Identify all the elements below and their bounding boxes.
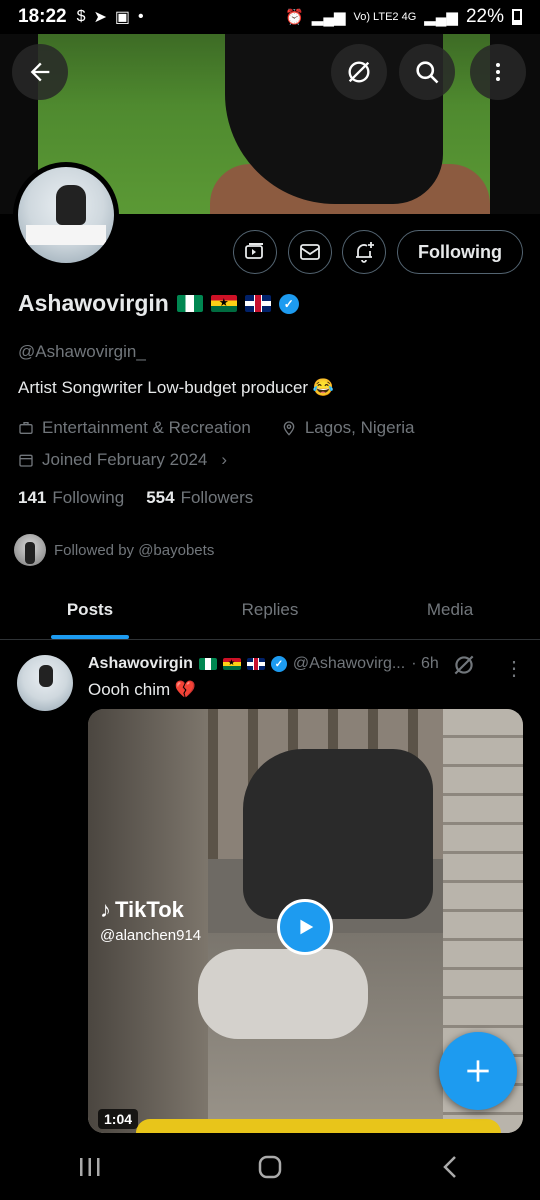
ghana-flag-icon bbox=[222, 658, 241, 670]
verified-badge-icon[interactable]: ✓ bbox=[278, 293, 299, 314]
profile-tabs: Posts Replies Media bbox=[0, 580, 540, 640]
telegram-icon: ➤ bbox=[93, 9, 107, 26]
follower-avatar bbox=[14, 534, 46, 566]
battery-percent: 22% bbox=[465, 6, 504, 27]
post-avatar[interactable] bbox=[17, 655, 73, 711]
video-duration: 1:04 bbox=[98, 1109, 139, 1129]
status-time: 18:22 bbox=[18, 6, 67, 27]
tiktok-logo-icon: ♪ bbox=[100, 897, 111, 922]
compose-button[interactable] bbox=[439, 1032, 517, 1110]
status-bar: 18:22 $ ➤ ▣ • ⏰ ▂▄▆ Vo) LTE2 4G ▂▄▆ 22% bbox=[0, 0, 540, 34]
money-icon: $ bbox=[76, 8, 86, 25]
profile-meta-row: Entertainment & Recreation Lagos, Nigeri… bbox=[18, 418, 414, 438]
nigeria-flag-icon bbox=[198, 658, 217, 670]
post-author[interactable]: Ashawovirgin bbox=[88, 655, 193, 673]
profile-bio: Artist Songwriter Low-budget producer 😂 bbox=[18, 378, 334, 397]
mail-icon bbox=[300, 244, 320, 260]
search-icon bbox=[416, 61, 439, 84]
gallery-icon: ▣ bbox=[114, 9, 131, 26]
message-button[interactable] bbox=[288, 230, 332, 274]
uk-flag-icon bbox=[246, 658, 265, 670]
grok-button[interactable] bbox=[331, 44, 387, 100]
post-grok-button[interactable] bbox=[451, 652, 477, 683]
recents-button[interactable] bbox=[60, 1147, 120, 1187]
nigeria-flag-icon bbox=[176, 295, 203, 312]
subscribe-icon bbox=[245, 243, 263, 259]
briefcase-icon bbox=[19, 422, 33, 434]
home-button[interactable] bbox=[240, 1147, 300, 1187]
following-label: Following bbox=[52, 488, 125, 507]
alarm-icon: ⏰ bbox=[285, 9, 304, 26]
network-label: Vo) LTE2 4G bbox=[353, 11, 417, 23]
battery-icon bbox=[512, 9, 522, 25]
tab-replies[interactable]: Replies bbox=[180, 580, 360, 639]
home-icon bbox=[258, 1155, 282, 1178]
post-time: · 6h bbox=[411, 655, 439, 672]
tiktok-brand: TikTok bbox=[115, 897, 184, 922]
following-stat[interactable]: 141 Following bbox=[18, 488, 124, 508]
dot-icon: • bbox=[138, 8, 144, 25]
grok-icon bbox=[348, 61, 370, 83]
play-button[interactable] bbox=[277, 899, 333, 955]
tab-media[interactable]: Media bbox=[360, 580, 540, 639]
post-text: Oooh chim 💔 bbox=[88, 680, 197, 699]
tab-posts[interactable]: Posts bbox=[0, 580, 180, 639]
bell-plus-icon bbox=[356, 242, 374, 263]
post-header: Ashawovirgin ✓ @Ashawovirg... · 6h bbox=[88, 655, 439, 673]
joined-row[interactable]: Joined February 2024 › bbox=[18, 450, 227, 470]
following-button[interactable]: Following bbox=[397, 230, 523, 274]
chevron-left-icon bbox=[443, 1155, 456, 1178]
tiktok-account: @alanchen914 bbox=[100, 927, 202, 944]
notify-button[interactable] bbox=[342, 230, 386, 274]
notification-icons: $ ➤ ▣ • bbox=[77, 7, 144, 27]
tiktok-watermark: ♪ TikTok @alanchen914 bbox=[100, 897, 201, 944]
following-count: 141 bbox=[18, 488, 47, 507]
chevron-right-icon: › bbox=[221, 450, 228, 469]
uk-flag-icon bbox=[244, 295, 271, 312]
signal-icon: ▂▄▆ bbox=[311, 9, 346, 26]
video-caption-strip bbox=[136, 1119, 501, 1133]
more-vertical-icon: ⋮ bbox=[504, 658, 524, 680]
location-pin-icon bbox=[283, 421, 295, 436]
profile-joined: Joined February 2024 bbox=[42, 450, 208, 469]
play-icon bbox=[300, 919, 314, 935]
subscribe-button[interactable] bbox=[233, 230, 277, 274]
system-nav-bar bbox=[0, 1133, 540, 1200]
signal-icon-2: ▂▄▆ bbox=[424, 9, 458, 26]
profile-avatar[interactable] bbox=[13, 162, 119, 268]
followers-stat[interactable]: 554 Followers bbox=[146, 488, 253, 508]
more-vertical-icon bbox=[496, 63, 500, 81]
back-button[interactable] bbox=[12, 44, 68, 100]
recents-icon bbox=[80, 1157, 100, 1176]
followed-by-text: Followed by @bayobets bbox=[54, 541, 215, 559]
calendar-icon bbox=[19, 454, 33, 467]
followers-count: 554 bbox=[146, 488, 175, 507]
back-arrow-icon bbox=[30, 62, 50, 82]
followers-label: Followers bbox=[180, 488, 254, 507]
profile-handle: @Ashawovirgin_ bbox=[18, 342, 146, 361]
plus-icon bbox=[467, 1060, 489, 1082]
verified-badge-icon: ✓ bbox=[270, 656, 287, 672]
back-nav-button[interactable] bbox=[420, 1147, 480, 1187]
search-button[interactable] bbox=[399, 44, 455, 100]
grok-icon bbox=[454, 655, 474, 675]
profile-category: Entertainment & Recreation bbox=[42, 418, 251, 437]
more-button[interactable] bbox=[470, 44, 526, 100]
post-more-button[interactable]: ⋮ bbox=[504, 656, 524, 681]
name-row: Ashawovirgin ✓ bbox=[18, 290, 299, 317]
post-handle[interactable]: @Ashawovirg... bbox=[293, 655, 405, 673]
profile-location: Lagos, Nigeria bbox=[304, 418, 415, 437]
ghana-flag-icon bbox=[210, 295, 237, 312]
followed-by-row[interactable]: Followed by @bayobets bbox=[14, 534, 214, 566]
follow-stats: 141 Following 554 Followers bbox=[18, 488, 253, 508]
display-name: Ashawovirgin bbox=[18, 290, 169, 316]
